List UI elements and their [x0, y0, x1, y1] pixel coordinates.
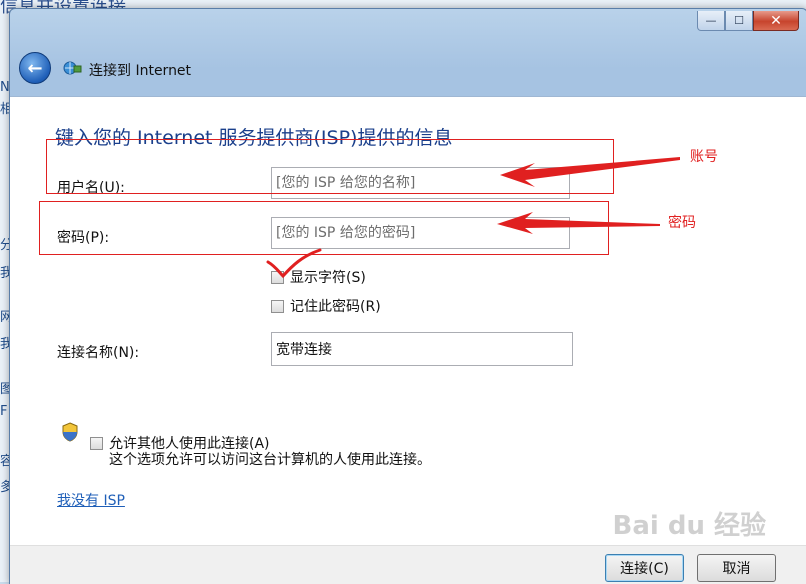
dialog-footer: 连接(C) 取消 [10, 545, 806, 584]
connection-name-input[interactable] [271, 332, 573, 366]
remember-password-checkbox-row[interactable]: 记住此密码(R) [271, 296, 381, 316]
maximize-button[interactable]: ☐ [725, 11, 753, 31]
caption-buttons: — ☐ ✕ [697, 11, 799, 31]
connection-name-label: 连接名称(N): [57, 345, 140, 361]
watermark-logo: Bai du 经验 [612, 511, 767, 541]
connect-to-internet-dialog: — ☐ ✕ ← 连接到 Internet 键入您的 Internet 服务提供商… [9, 8, 806, 584]
uac-shield-icon [62, 422, 78, 442]
connect-button[interactable]: 连接(C) [605, 554, 684, 582]
show-chars-checkbox[interactable] [271, 270, 284, 284]
cancel-button[interactable]: 取消 [697, 554, 776, 582]
allow-others-description: 这个选项允许可以访问这台计算机的人使用此连接。 [109, 452, 431, 468]
no-isp-link[interactable]: 我没有 ISP [57, 490, 125, 510]
close-button[interactable]: ✕ [753, 11, 799, 31]
network-globe-icon [62, 60, 82, 80]
minimize-button[interactable]: — [697, 11, 725, 31]
show-chars-label: 显示字符(S) [290, 270, 366, 286]
remember-password-checkbox[interactable] [271, 299, 284, 313]
password-annotation-label: 密码 [668, 215, 696, 231]
account-highlight-box [46, 139, 614, 194]
back-arrow-button[interactable]: ← [19, 52, 51, 84]
window-title: 连接到 Internet [89, 63, 192, 79]
allow-others-checkbox[interactable] [90, 436, 103, 450]
password-highlight-box [39, 201, 609, 255]
remember-password-label: 记住此密码(R) [290, 299, 381, 315]
arrow-left-icon: ← [27, 57, 43, 79]
show-chars-checkbox-row[interactable]: 显示字符(S) [271, 267, 366, 287]
account-annotation-label: 账号 [690, 149, 718, 165]
